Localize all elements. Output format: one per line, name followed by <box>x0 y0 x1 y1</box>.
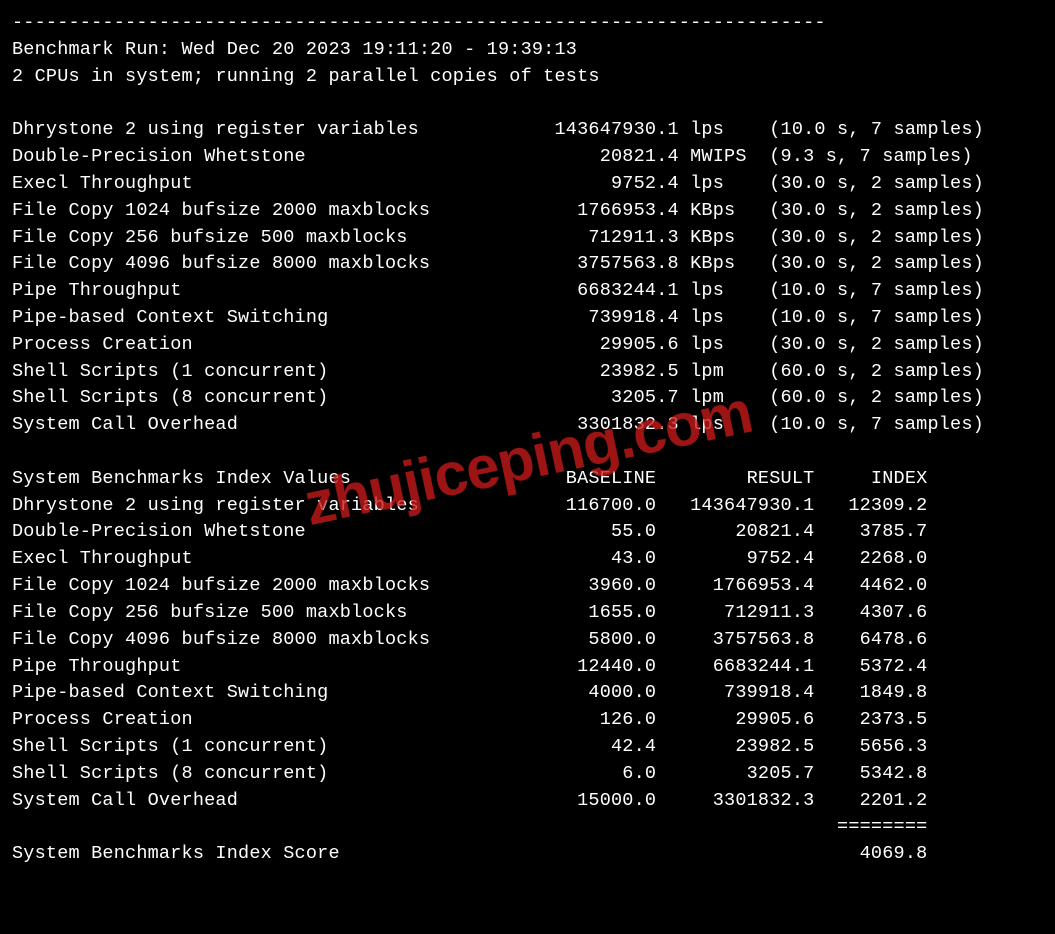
terminal-output: ----------------------------------------… <box>12 10 1043 868</box>
